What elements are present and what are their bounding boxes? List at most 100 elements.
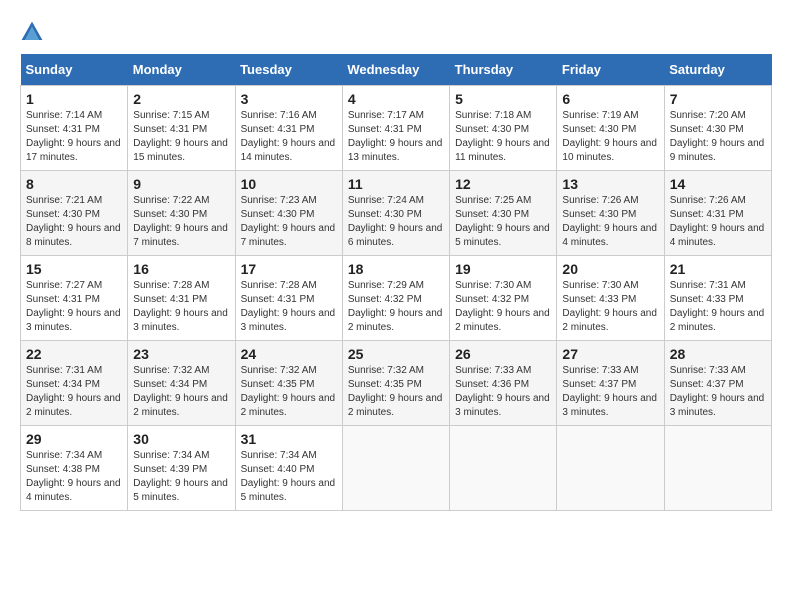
day-info: Sunrise: 7:33 AM Sunset: 4:36 PM Dayligh… xyxy=(455,364,551,420)
day-number: 14 xyxy=(670,176,766,192)
calendar-cell: 5 Sunrise: 7:18 AM Sunset: 4:30 PM Dayli… xyxy=(450,86,557,171)
calendar-cell: 6 Sunrise: 7:19 AM Sunset: 4:30 PM Dayli… xyxy=(557,86,664,171)
day-number: 16 xyxy=(133,261,229,277)
calendar-cell: 12 Sunrise: 7:25 AM Sunset: 4:30 PM Dayl… xyxy=(450,171,557,256)
day-info: Sunrise: 7:23 AM Sunset: 4:30 PM Dayligh… xyxy=(241,194,337,250)
day-number: 10 xyxy=(241,176,337,192)
col-header-tuesday: Tuesday xyxy=(235,54,342,86)
calendar-cell: 22 Sunrise: 7:31 AM Sunset: 4:34 PM Dayl… xyxy=(21,341,128,426)
day-number: 31 xyxy=(241,431,337,447)
day-number: 30 xyxy=(133,431,229,447)
day-number: 17 xyxy=(241,261,337,277)
calendar-cell: 18 Sunrise: 7:29 AM Sunset: 4:32 PM Dayl… xyxy=(342,256,449,341)
day-number: 3 xyxy=(241,91,337,107)
calendar-cell: 13 Sunrise: 7:26 AM Sunset: 4:30 PM Dayl… xyxy=(557,171,664,256)
day-info: Sunrise: 7:22 AM Sunset: 4:30 PM Dayligh… xyxy=(133,194,229,250)
logo xyxy=(20,20,46,44)
day-info: Sunrise: 7:15 AM Sunset: 4:31 PM Dayligh… xyxy=(133,109,229,165)
col-header-wednesday: Wednesday xyxy=(342,54,449,86)
day-info: Sunrise: 7:34 AM Sunset: 4:39 PM Dayligh… xyxy=(133,449,229,505)
calendar-cell: 31 Sunrise: 7:34 AM Sunset: 4:40 PM Dayl… xyxy=(235,426,342,511)
day-info: Sunrise: 7:34 AM Sunset: 4:38 PM Dayligh… xyxy=(26,449,122,505)
day-info: Sunrise: 7:21 AM Sunset: 4:30 PM Dayligh… xyxy=(26,194,122,250)
calendar-cell xyxy=(557,426,664,511)
day-number: 20 xyxy=(562,261,658,277)
logo-icon xyxy=(20,20,44,44)
calendar-cell: 1 Sunrise: 7:14 AM Sunset: 4:31 PM Dayli… xyxy=(21,86,128,171)
calendar-cell: 8 Sunrise: 7:21 AM Sunset: 4:30 PM Dayli… xyxy=(21,171,128,256)
calendar-table: SundayMondayTuesdayWednesdayThursdayFrid… xyxy=(20,54,772,511)
day-info: Sunrise: 7:16 AM Sunset: 4:31 PM Dayligh… xyxy=(241,109,337,165)
day-info: Sunrise: 7:14 AM Sunset: 4:31 PM Dayligh… xyxy=(26,109,122,165)
day-number: 7 xyxy=(670,91,766,107)
day-number: 8 xyxy=(26,176,122,192)
calendar-cell xyxy=(664,426,771,511)
day-info: Sunrise: 7:32 AM Sunset: 4:35 PM Dayligh… xyxy=(241,364,337,420)
day-info: Sunrise: 7:28 AM Sunset: 4:31 PM Dayligh… xyxy=(133,279,229,335)
day-number: 22 xyxy=(26,346,122,362)
day-info: Sunrise: 7:26 AM Sunset: 4:30 PM Dayligh… xyxy=(562,194,658,250)
calendar-cell: 17 Sunrise: 7:28 AM Sunset: 4:31 PM Dayl… xyxy=(235,256,342,341)
day-info: Sunrise: 7:20 AM Sunset: 4:30 PM Dayligh… xyxy=(670,109,766,165)
day-number: 5 xyxy=(455,91,551,107)
day-number: 26 xyxy=(455,346,551,362)
calendar-cell: 2 Sunrise: 7:15 AM Sunset: 4:31 PM Dayli… xyxy=(128,86,235,171)
calendar-cell: 15 Sunrise: 7:27 AM Sunset: 4:31 PM Dayl… xyxy=(21,256,128,341)
day-number: 1 xyxy=(26,91,122,107)
col-header-friday: Friday xyxy=(557,54,664,86)
calendar-cell: 9 Sunrise: 7:22 AM Sunset: 4:30 PM Dayli… xyxy=(128,171,235,256)
day-info: Sunrise: 7:18 AM Sunset: 4:30 PM Dayligh… xyxy=(455,109,551,165)
calendar-cell: 28 Sunrise: 7:33 AM Sunset: 4:37 PM Dayl… xyxy=(664,341,771,426)
day-info: Sunrise: 7:28 AM Sunset: 4:31 PM Dayligh… xyxy=(241,279,337,335)
col-header-saturday: Saturday xyxy=(664,54,771,86)
day-number: 27 xyxy=(562,346,658,362)
calendar-cell: 23 Sunrise: 7:32 AM Sunset: 4:34 PM Dayl… xyxy=(128,341,235,426)
day-info: Sunrise: 7:31 AM Sunset: 4:34 PM Dayligh… xyxy=(26,364,122,420)
day-number: 21 xyxy=(670,261,766,277)
calendar-cell: 29 Sunrise: 7:34 AM Sunset: 4:38 PM Dayl… xyxy=(21,426,128,511)
calendar-cell: 4 Sunrise: 7:17 AM Sunset: 4:31 PM Dayli… xyxy=(342,86,449,171)
day-number: 2 xyxy=(133,91,229,107)
day-number: 11 xyxy=(348,176,444,192)
day-number: 28 xyxy=(670,346,766,362)
calendar-cell: 20 Sunrise: 7:30 AM Sunset: 4:33 PM Dayl… xyxy=(557,256,664,341)
calendar-cell: 11 Sunrise: 7:24 AM Sunset: 4:30 PM Dayl… xyxy=(342,171,449,256)
day-info: Sunrise: 7:33 AM Sunset: 4:37 PM Dayligh… xyxy=(670,364,766,420)
day-info: Sunrise: 7:33 AM Sunset: 4:37 PM Dayligh… xyxy=(562,364,658,420)
header xyxy=(20,20,772,44)
day-info: Sunrise: 7:30 AM Sunset: 4:33 PM Dayligh… xyxy=(562,279,658,335)
day-info: Sunrise: 7:34 AM Sunset: 4:40 PM Dayligh… xyxy=(241,449,337,505)
calendar-cell: 25 Sunrise: 7:32 AM Sunset: 4:35 PM Dayl… xyxy=(342,341,449,426)
day-number: 24 xyxy=(241,346,337,362)
calendar-cell: 21 Sunrise: 7:31 AM Sunset: 4:33 PM Dayl… xyxy=(664,256,771,341)
day-number: 29 xyxy=(26,431,122,447)
day-number: 4 xyxy=(348,91,444,107)
calendar-cell: 3 Sunrise: 7:16 AM Sunset: 4:31 PM Dayli… xyxy=(235,86,342,171)
day-number: 15 xyxy=(26,261,122,277)
day-info: Sunrise: 7:25 AM Sunset: 4:30 PM Dayligh… xyxy=(455,194,551,250)
calendar-cell: 14 Sunrise: 7:26 AM Sunset: 4:31 PM Dayl… xyxy=(664,171,771,256)
day-info: Sunrise: 7:19 AM Sunset: 4:30 PM Dayligh… xyxy=(562,109,658,165)
calendar-cell: 27 Sunrise: 7:33 AM Sunset: 4:37 PM Dayl… xyxy=(557,341,664,426)
calendar-cell: 16 Sunrise: 7:28 AM Sunset: 4:31 PM Dayl… xyxy=(128,256,235,341)
calendar-cell: 19 Sunrise: 7:30 AM Sunset: 4:32 PM Dayl… xyxy=(450,256,557,341)
day-number: 23 xyxy=(133,346,229,362)
calendar-cell: 10 Sunrise: 7:23 AM Sunset: 4:30 PM Dayl… xyxy=(235,171,342,256)
day-number: 9 xyxy=(133,176,229,192)
calendar-cell: 7 Sunrise: 7:20 AM Sunset: 4:30 PM Dayli… xyxy=(664,86,771,171)
day-number: 12 xyxy=(455,176,551,192)
day-info: Sunrise: 7:31 AM Sunset: 4:33 PM Dayligh… xyxy=(670,279,766,335)
calendar-cell xyxy=(342,426,449,511)
day-info: Sunrise: 7:17 AM Sunset: 4:31 PM Dayligh… xyxy=(348,109,444,165)
day-info: Sunrise: 7:26 AM Sunset: 4:31 PM Dayligh… xyxy=(670,194,766,250)
day-info: Sunrise: 7:30 AM Sunset: 4:32 PM Dayligh… xyxy=(455,279,551,335)
day-info: Sunrise: 7:29 AM Sunset: 4:32 PM Dayligh… xyxy=(348,279,444,335)
day-info: Sunrise: 7:24 AM Sunset: 4:30 PM Dayligh… xyxy=(348,194,444,250)
day-number: 18 xyxy=(348,261,444,277)
calendar-cell: 24 Sunrise: 7:32 AM Sunset: 4:35 PM Dayl… xyxy=(235,341,342,426)
col-header-thursday: Thursday xyxy=(450,54,557,86)
day-info: Sunrise: 7:32 AM Sunset: 4:34 PM Dayligh… xyxy=(133,364,229,420)
day-number: 25 xyxy=(348,346,444,362)
calendar-cell: 26 Sunrise: 7:33 AM Sunset: 4:36 PM Dayl… xyxy=(450,341,557,426)
calendar-cell xyxy=(450,426,557,511)
